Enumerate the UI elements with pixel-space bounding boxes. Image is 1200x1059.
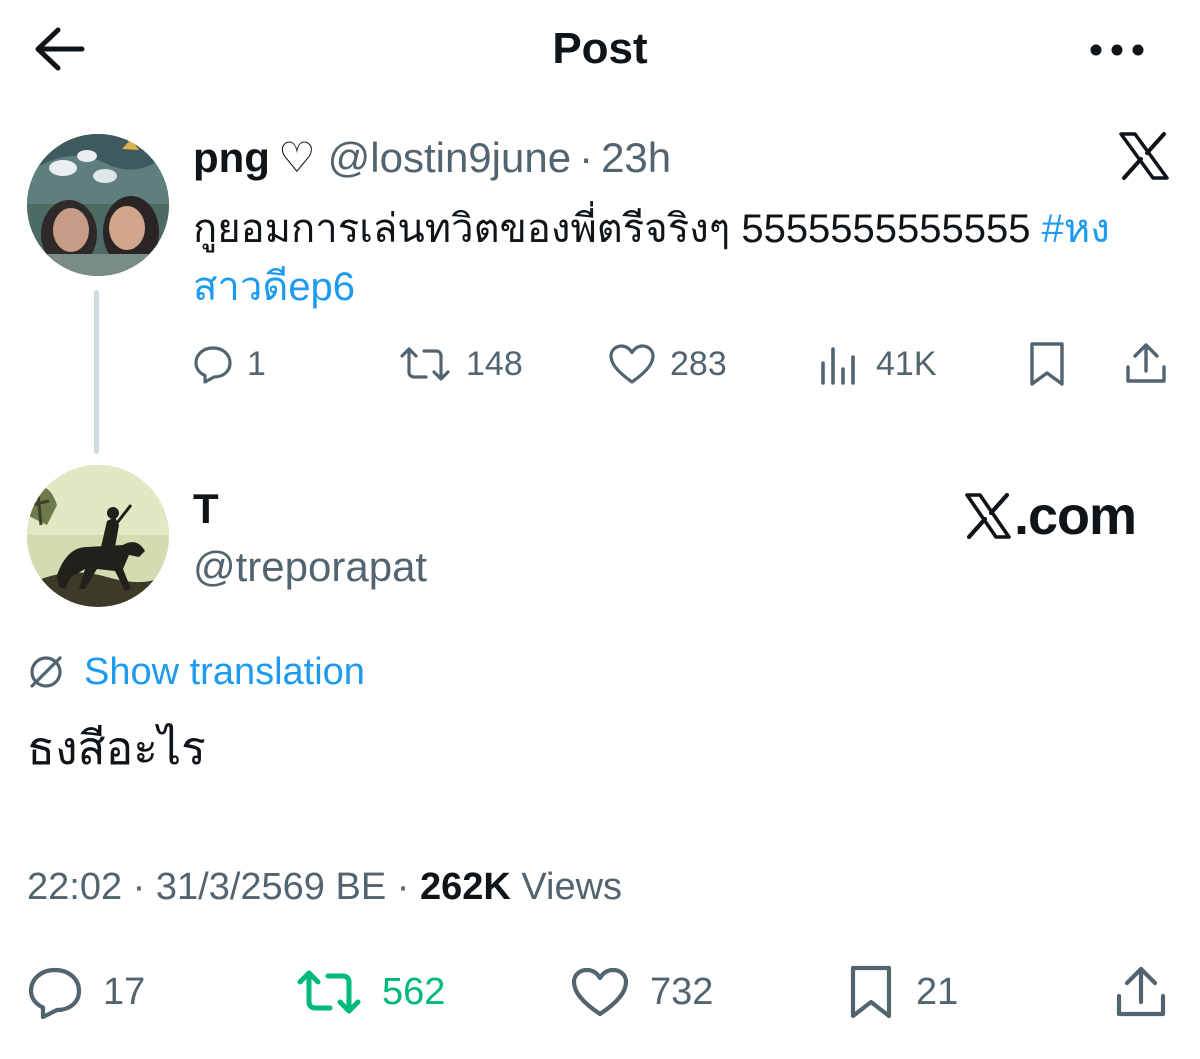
- quoted-like-count: 283: [670, 344, 727, 383]
- quoted-repost-count: 148: [466, 344, 523, 383]
- name-heart-emoji: ♡: [277, 134, 316, 181]
- quoted-handle[interactable]: @lostin9june: [328, 134, 571, 181]
- quoted-views-button[interactable]: 41K: [818, 338, 937, 390]
- quoted-text-body: กูยอมการเล่นทวิตของพี่ตรีจริงๆ 555555555…: [193, 207, 1031, 251]
- show-translation-label: Show translation: [84, 650, 365, 693]
- tweet-time[interactable]: 22:02: [27, 866, 122, 908]
- quoted-reply-count: 1: [247, 344, 266, 383]
- more-horizontal-icon: [1090, 44, 1144, 56]
- bookmark-button[interactable]: 21: [846, 962, 958, 1022]
- tweet-timestamp: 22:02 · 31/3/2569 BE · 262K Views: [27, 862, 622, 912]
- x-watermark: .com: [964, 486, 1137, 546]
- reply-icon: [28, 967, 82, 1019]
- repost-icon: [297, 970, 361, 1014]
- like-button[interactable]: 732: [570, 962, 713, 1022]
- x-logo-icon: [965, 493, 1011, 539]
- avatar-treporapat[interactable]: [27, 465, 169, 607]
- reply-count: 17: [103, 970, 146, 1013]
- reply-icon: [194, 346, 232, 384]
- page-title: Post: [552, 24, 648, 73]
- show-translation-link[interactable]: Show translation: [26, 648, 365, 696]
- avatar-image: [27, 134, 169, 276]
- quoted-repost-button[interactable]: 148: [398, 338, 523, 390]
- quoted-time[interactable]: 23h: [601, 134, 671, 181]
- quoted-tweet-header: png ♡ @lostin9june · 23h: [193, 130, 671, 186]
- analytics-icon: [821, 347, 855, 385]
- thread-line: [94, 290, 99, 454]
- repost-count: 562: [382, 970, 446, 1013]
- author-handle[interactable]: @treporapat: [193, 542, 427, 592]
- bookmark-icon: [850, 965, 892, 1019]
- bookmark-count: 21: [916, 970, 959, 1013]
- heart-icon: [571, 967, 629, 1017]
- timestamp-separator: ·: [396, 866, 410, 908]
- quoted-display-name[interactable]: png: [193, 134, 270, 181]
- reply-button[interactable]: 17: [27, 962, 145, 1022]
- bookmark-icon: [1030, 342, 1064, 386]
- avatar-image: [27, 465, 169, 607]
- tweet-date[interactable]: 31/3/2569 BE: [156, 866, 386, 908]
- more-options-button[interactable]: [1084, 30, 1150, 70]
- globe-slash-icon: [30, 656, 62, 688]
- tweet-text: ธงสีอะไร: [27, 722, 206, 774]
- like-count: 732: [650, 970, 714, 1013]
- timestamp-separator: ·: [132, 866, 146, 908]
- quoted-tweet-text: กูยอมการเล่นทวิตของพี่ตรีจริงๆ 555555555…: [193, 200, 1113, 316]
- views-count: 262K: [419, 866, 511, 908]
- avatar-lostin9june[interactable]: [27, 134, 169, 276]
- repost-icon: [400, 347, 450, 381]
- share-button[interactable]: [1114, 962, 1188, 1022]
- views-label: Views: [521, 866, 623, 908]
- quoted-bookmark-button[interactable]: [1026, 340, 1082, 388]
- heart-icon: [609, 344, 655, 384]
- x-logo-icon: [1118, 132, 1170, 180]
- quoted-like-button[interactable]: 283: [608, 338, 727, 390]
- share-icon: [1126, 343, 1166, 383]
- meta-separator: ·: [579, 134, 594, 181]
- quoted-reply-button[interactable]: 1: [193, 338, 266, 390]
- watermark-domain: .com: [1014, 486, 1137, 546]
- share-icon: [1116, 966, 1166, 1017]
- quoted-share-button[interactable]: [1124, 338, 1182, 390]
- quoted-views-count: 41K: [876, 344, 937, 383]
- repost-button[interactable]: 562: [296, 962, 445, 1022]
- author-display-name[interactable]: T: [193, 484, 219, 534]
